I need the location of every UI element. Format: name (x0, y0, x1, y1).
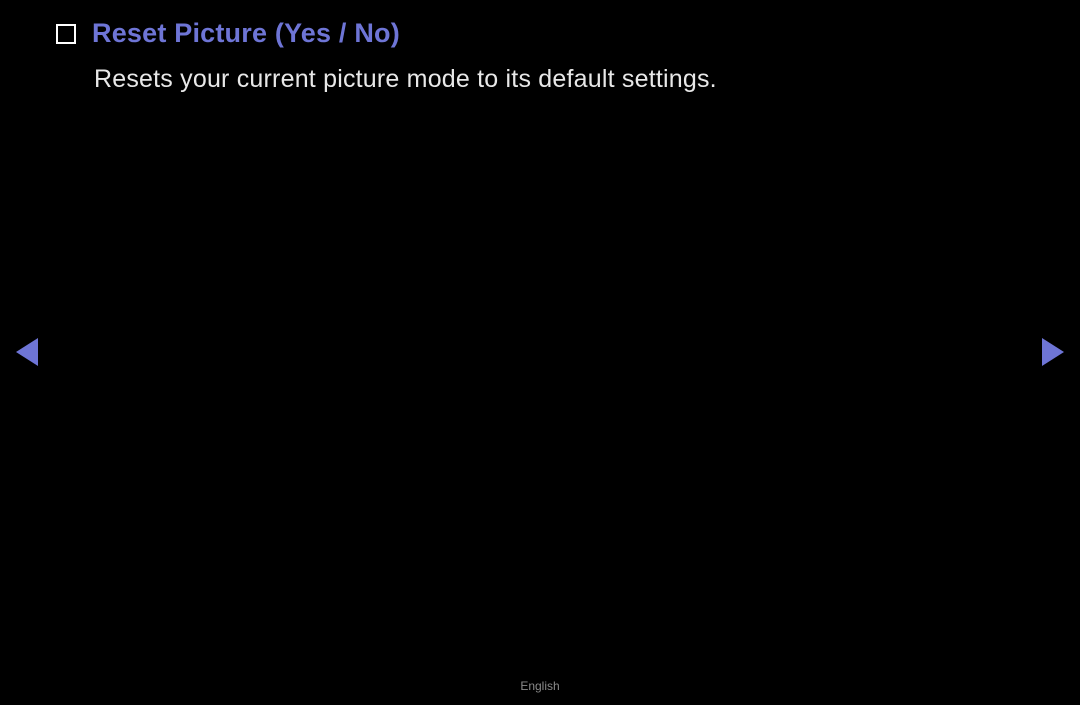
bullet-square-icon (56, 24, 76, 44)
nav-next-button[interactable] (1042, 338, 1064, 366)
heading-row: Reset Picture (Yes / No) (56, 18, 1024, 49)
arrow-left-icon (16, 338, 38, 366)
nav-previous-button[interactable] (16, 338, 38, 366)
content-area: Reset Picture (Yes / No) Resets your cur… (0, 0, 1080, 94)
footer-language-label: English (0, 679, 1080, 693)
section-heading: Reset Picture (Yes / No) (92, 18, 400, 49)
section-description: Resets your current picture mode to its … (94, 65, 1024, 94)
arrow-right-icon (1042, 338, 1064, 366)
